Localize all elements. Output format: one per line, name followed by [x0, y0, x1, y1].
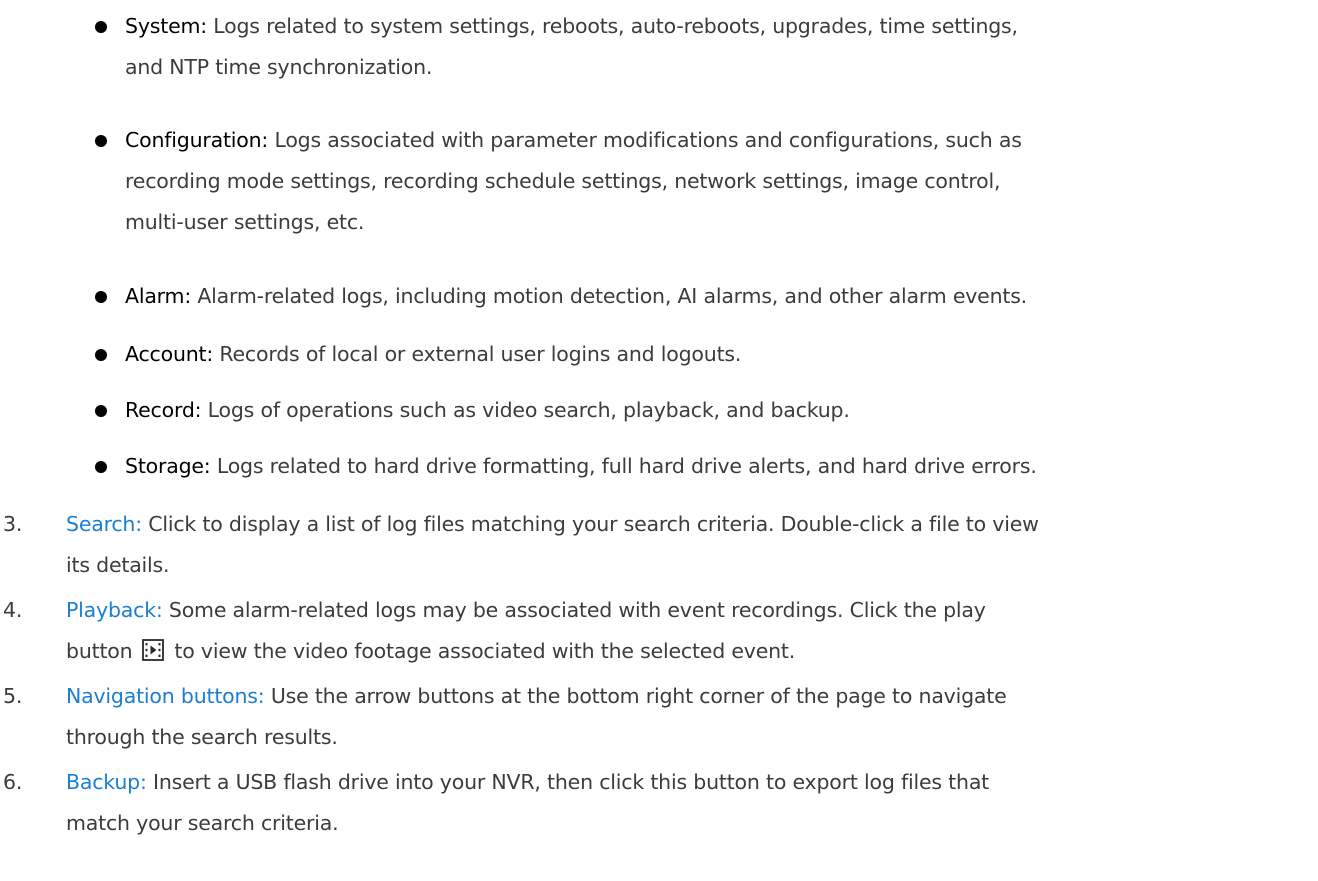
item-text: to view the video footage associated wit…: [174, 639, 796, 663]
bullet-dot-icon: [95, 349, 107, 361]
bullet-text: and NTP time synchronization.: [125, 55, 433, 79]
term-storage: Storage:: [125, 454, 211, 478]
term-system: System:: [125, 14, 207, 38]
item-number: 3.: [3, 512, 23, 536]
document-page: System: Logs related to system settings,…: [0, 0, 1318, 881]
bullet-dot-icon: [95, 21, 107, 33]
item-number: 4.: [3, 598, 23, 622]
term-playback: Playback:: [66, 598, 163, 622]
term-account: Account:: [125, 342, 214, 366]
bullet-text: Logs associated with parameter modificat…: [268, 128, 1022, 152]
term-navigation-buttons: Navigation buttons:: [66, 684, 265, 708]
bullet-dot-icon: [95, 291, 107, 303]
term-backup: Backup:: [66, 770, 147, 794]
bullet-text: Logs related to hard drive formatting, f…: [210, 454, 1037, 478]
item-text: Click to display a list of log files mat…: [141, 512, 1039, 536]
item-number: 5.: [3, 684, 23, 708]
item-number: 6.: [3, 770, 23, 794]
item-text: Some alarm-related logs may be associate…: [162, 598, 986, 622]
term-alarm: Alarm:: [125, 284, 192, 308]
bullet-text: recording mode settings, recording sched…: [125, 169, 1001, 193]
item-text: its details.: [66, 553, 170, 577]
bullet-text: Records of local or external user logins…: [213, 342, 742, 366]
bullet-text: Alarm-related logs, including motion det…: [191, 284, 1028, 308]
item-text: Insert a USB flash drive into your NVR, …: [146, 770, 990, 794]
bullet-text: multi-user settings, etc.: [125, 210, 365, 234]
term-record: Record:: [125, 398, 202, 422]
bullet-text: Logs of operations such as video search,…: [201, 398, 850, 422]
term-search: Search:: [66, 512, 142, 536]
term-configuration: Configuration:: [125, 128, 269, 152]
play-button-icon: [142, 639, 165, 661]
item-text: match your search criteria.: [66, 811, 339, 835]
bullet-text: Logs related to system settings, reboots…: [206, 14, 1018, 38]
bullet-dot-icon: [95, 405, 107, 417]
item-text: through the search results.: [66, 725, 338, 749]
item-text: button: [66, 639, 133, 663]
item-text: Use the arrow buttons at the bottom righ…: [264, 684, 1007, 708]
bullet-dot-icon: [95, 135, 107, 147]
bullet-dot-icon: [95, 461, 107, 473]
